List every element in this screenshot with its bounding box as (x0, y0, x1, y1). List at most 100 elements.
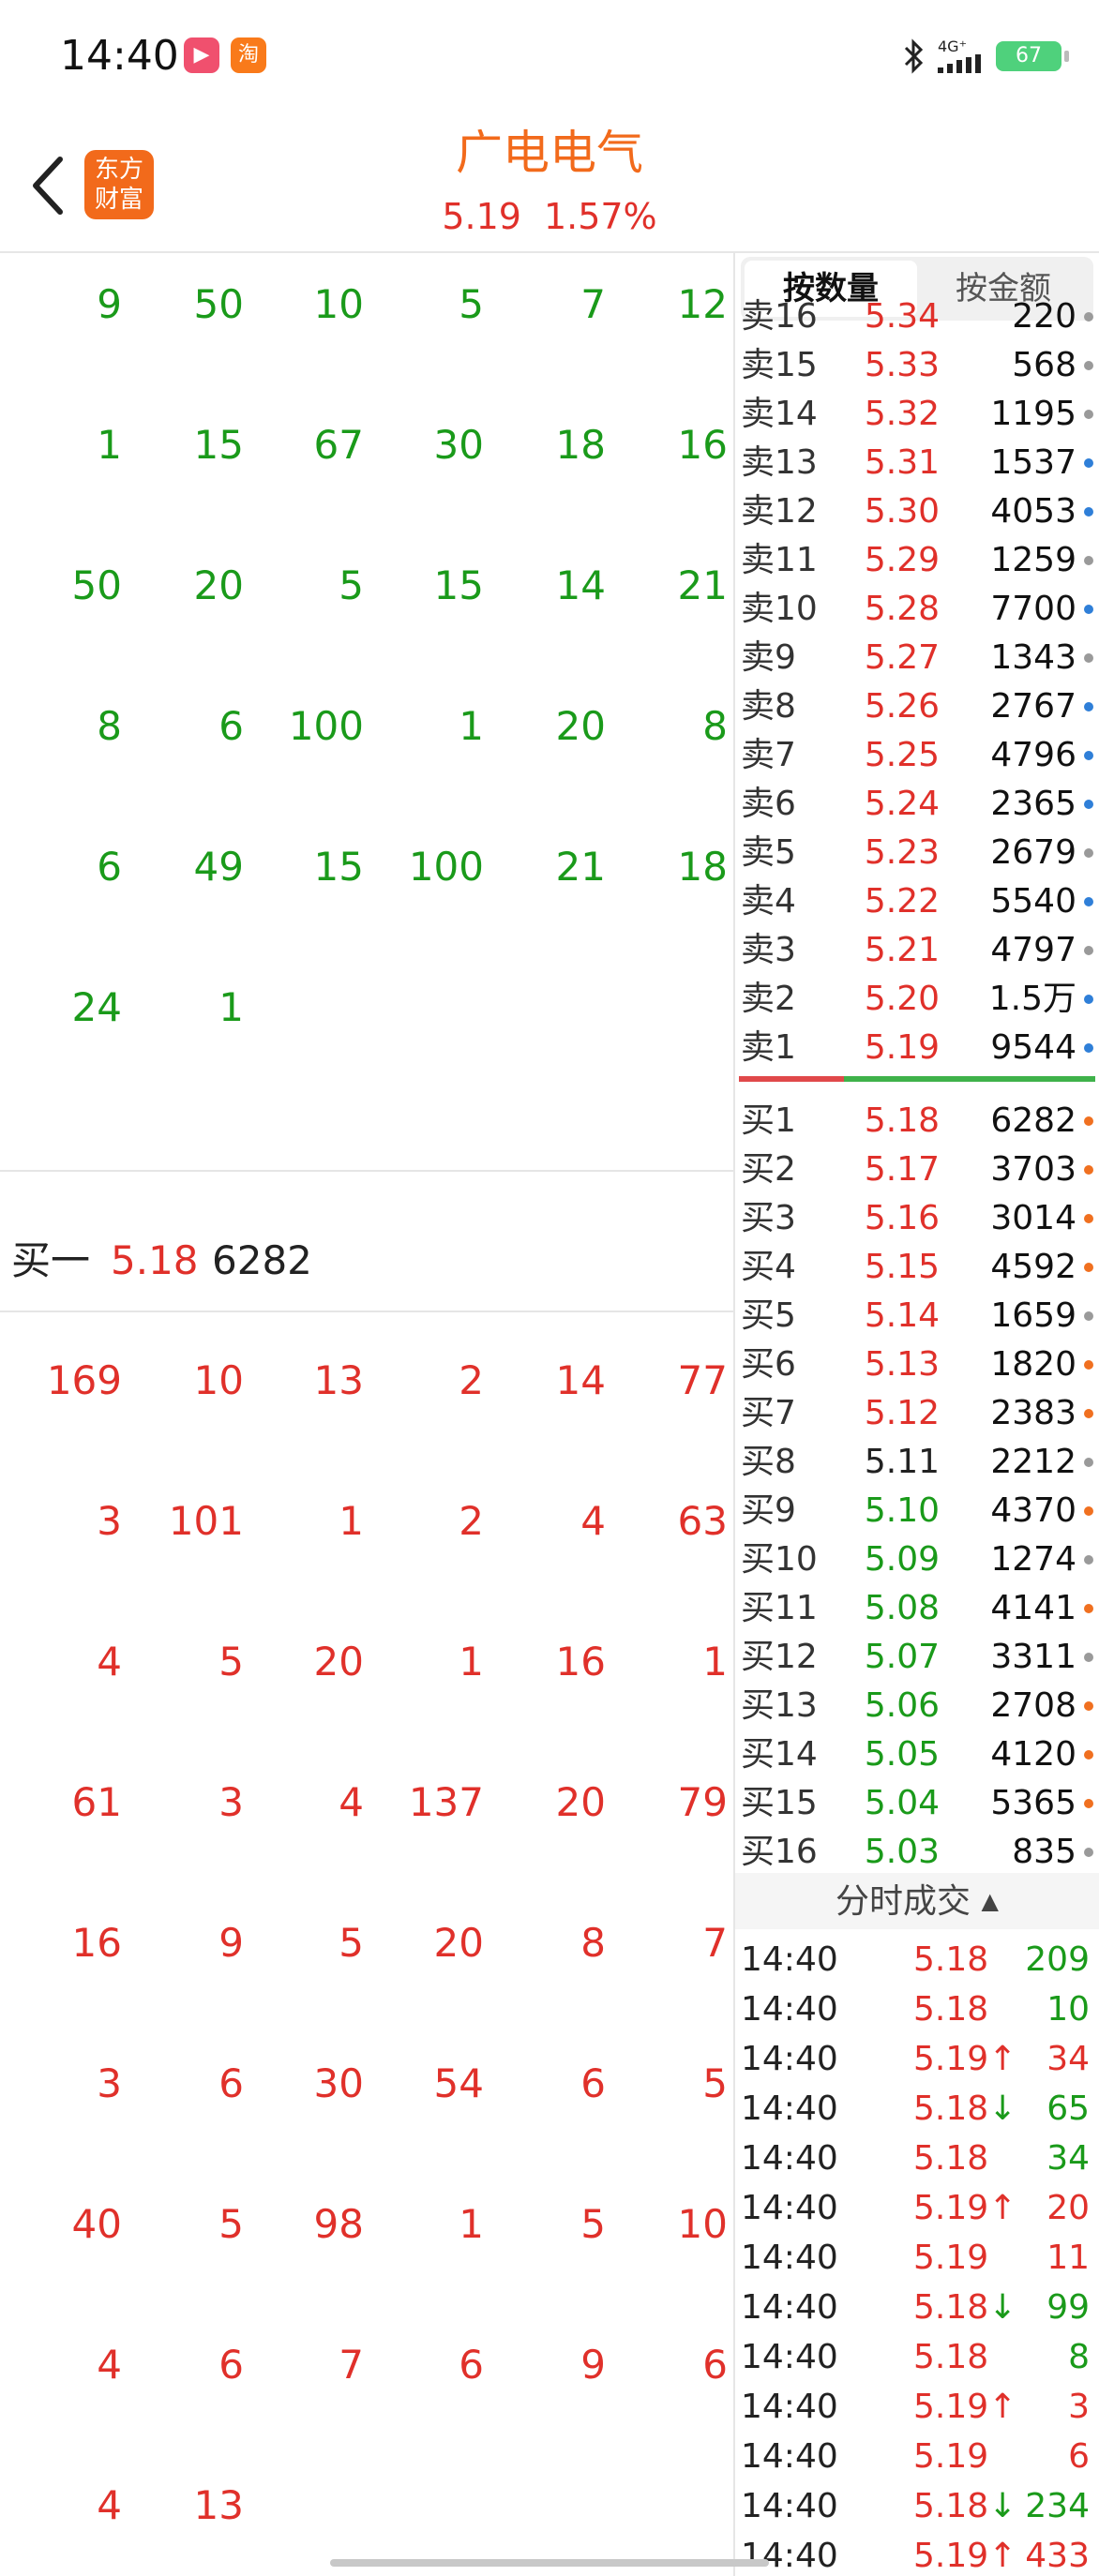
buy_book-row[interactable]: 买16 5.03 835 (735, 1828, 1099, 1877)
sell_book-row[interactable]: 卖5 5.23 2679 (735, 829, 1099, 877)
network-icon: 4G⁺ (938, 39, 983, 73)
buy_book-row[interactable]: 买3 5.16 3014 (735, 1194, 1099, 1243)
tick-price: 5.18↓ (913, 2487, 1017, 2525)
buy_queue-order-volume: 2 (459, 1498, 484, 1544)
buy_queue-order-volume: 2 (459, 1357, 484, 1403)
book-level-dot-icon (1084, 1165, 1093, 1175)
sell_book-row[interactable]: 卖15 5.33 568 (735, 341, 1099, 390)
sell_book-row[interactable]: 卖9 5.27 1343 (735, 634, 1099, 682)
sell_book-row[interactable]: 卖1 5.19 9544 (735, 1024, 1099, 1072)
tick-price: 5.18↓ (913, 2089, 1017, 2128)
book-level-volume: 3014 (990, 1199, 1076, 1237)
sell_book-row[interactable]: 卖14 5.32 1195 (735, 390, 1099, 439)
tick-time: 14:40 (741, 1990, 838, 2029)
book-level-price: 5.21 (864, 931, 940, 969)
buy_queue-order-volume: 7 (702, 1920, 728, 1966)
buy_book-row[interactable]: 买2 5.17 3703 (735, 1146, 1099, 1194)
book-level-label: 卖9 (741, 638, 796, 677)
buy_queue-order-volume: 98 (313, 2201, 364, 2247)
book-level-dot-icon (1084, 1750, 1093, 1760)
buy_book-row[interactable]: 买8 5.11 2212 (735, 1438, 1099, 1487)
buy_queue-order-volume: 10 (677, 2201, 728, 2247)
book-level-dot-icon (1084, 1214, 1093, 1223)
buy_book-row[interactable]: 买10 5.09 1274 (735, 1535, 1099, 1584)
book-level-dot-icon (1084, 1360, 1093, 1370)
sell_queue-order-volume: 5 (459, 281, 484, 327)
video-app-icon: ▶ (184, 37, 219, 73)
buy_book-row[interactable]: 买9 5.10 4370 (735, 1487, 1099, 1535)
sell_queue-order-volume: 20 (555, 703, 606, 749)
sell_book-row[interactable]: 卖6 5.24 2365 (735, 780, 1099, 829)
sell_book-row[interactable]: 卖16 5.34 220 (735, 292, 1099, 341)
book-level-dot-icon (1084, 1653, 1093, 1662)
buy_queue-order-volume: 5 (580, 2201, 606, 2247)
book-level-dot-icon (1084, 800, 1093, 809)
sell_book-row[interactable]: 卖12 5.30 4053 (735, 487, 1099, 536)
book-level-volume: 1259 (990, 541, 1076, 579)
tick-row: 14:40 5.18↓ 234 (735, 2481, 1099, 2531)
tick-direction-icon: ↓ (988, 2487, 1017, 2525)
book-level-dot-icon (1084, 458, 1093, 468)
book-level-label: 买7 (741, 1394, 796, 1432)
book-level-volume: 220 (1012, 297, 1076, 336)
tick-volume: 6 (1068, 2437, 1090, 2476)
home-indicator[interactable] (330, 2559, 769, 2567)
sell_book-row[interactable]: 卖8 5.26 2767 (735, 682, 1099, 731)
ticks-header-label: 分时成交 (836, 1882, 971, 1921)
buy_queue-row: 4 5 20 1 16 1 (0, 1592, 733, 1732)
buy_queue-order-volume: 6 (580, 2060, 606, 2106)
book-level-dot-icon (1084, 361, 1093, 370)
sell_book-row[interactable]: 卖11 5.29 1259 (735, 536, 1099, 585)
book-level-price: 5.26 (864, 687, 940, 726)
buy_book-row[interactable]: 买5 5.14 1659 (735, 1292, 1099, 1340)
buy_book-row[interactable]: 买12 5.07 3311 (735, 1633, 1099, 1682)
sell_book-row[interactable]: 卖10 5.28 7700 (735, 585, 1099, 634)
book-level-volume: 7700 (990, 590, 1076, 628)
book-level-volume: 3703 (990, 1150, 1076, 1189)
tick-price: 5.19↑ (913, 2040, 1017, 2078)
buy_queue-order-volume: 40 (71, 2201, 122, 2247)
buy_book-row[interactable]: 买14 5.05 4120 (735, 1730, 1099, 1779)
buy_book-row[interactable]: 买15 5.04 5365 (735, 1779, 1099, 1828)
book-level-price: 5.29 (864, 541, 940, 579)
status-time: 14:40 (60, 32, 179, 80)
book-level-label: 买6 (741, 1345, 796, 1384)
ticks-header[interactable]: 分时成交 ▲ (735, 1873, 1099, 1929)
tick-price: 5.19↑ (913, 2388, 1017, 2426)
buy_queue-row: 3 6 30 54 6 5 (0, 2014, 733, 2154)
sell_queue-order-volume: 24 (71, 984, 122, 1030)
book-level-price: 5.17 (864, 1150, 940, 1189)
order-queue-panel[interactable]: 7110202100950105712115673018165020515142… (0, 253, 735, 2576)
tick-volume: 65 (1046, 2089, 1090, 2128)
sell_book-row[interactable]: 卖3 5.21 4797 (735, 926, 1099, 975)
sell_book-row[interactable]: 卖4 5.22 5540 (735, 877, 1099, 926)
sell_book-row[interactable]: 卖2 5.20 1.5万 (735, 975, 1099, 1024)
book-level-volume: 2679 (990, 833, 1076, 872)
buy_book-row[interactable]: 买1 5.18 6282 (735, 1097, 1099, 1146)
book-level-price: 5.13 (864, 1345, 940, 1384)
sell_book-row[interactable]: 卖13 5.31 1537 (735, 439, 1099, 487)
sell_book-row[interactable]: 卖7 5.25 4796 (735, 731, 1099, 780)
buy_book-row[interactable]: 买4 5.15 4592 (735, 1243, 1099, 1292)
book-level-dot-icon (1084, 702, 1093, 711)
book-level-price: 5.14 (864, 1296, 940, 1335)
book-level-volume: 1659 (990, 1296, 1076, 1335)
tick-time: 14:40 (741, 2239, 838, 2277)
book-level-label: 买8 (741, 1443, 796, 1481)
buy_book-row[interactable]: 买13 5.06 2708 (735, 1682, 1099, 1730)
buy_queue-order-volume: 5 (218, 2201, 244, 2247)
buy_queue-order-volume: 3 (97, 2060, 122, 2106)
buy_book-row[interactable]: 买7 5.12 2383 (735, 1389, 1099, 1438)
buy_queue-order-volume: 63 (677, 1498, 728, 1544)
book-level-price: 5.31 (864, 443, 940, 482)
tick-time: 14:40 (741, 2487, 838, 2525)
buy_book-row[interactable]: 买11 5.08 4141 (735, 1584, 1099, 1633)
book-level-price: 5.22 (864, 882, 940, 921)
book-level-label: 买14 (741, 1735, 818, 1774)
buy_queue-order-volume: 9 (580, 2342, 606, 2388)
book-level-volume: 2365 (990, 785, 1076, 823)
buy_queue-order-volume: 16 (71, 1920, 122, 1966)
tick-row: 14:40 5.19↑ 34 (735, 2034, 1099, 2084)
buy_book-row[interactable]: 买6 5.13 1820 (735, 1340, 1099, 1389)
book-level-price: 5.25 (864, 736, 940, 774)
